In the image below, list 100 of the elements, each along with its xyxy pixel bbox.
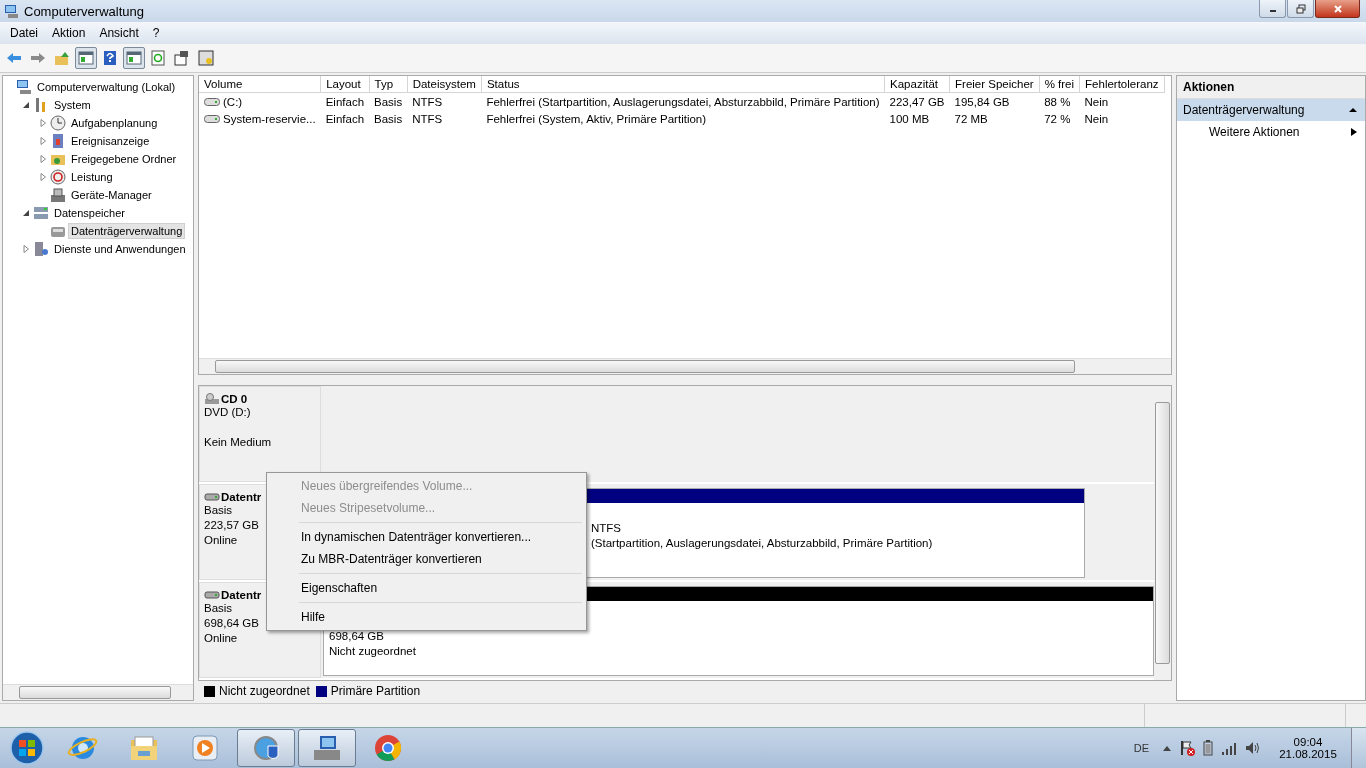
table-cell: 223,47 GB [889, 95, 945, 108]
table-cell: Nein [1084, 112, 1109, 125]
column-header[interactable]: Dateisystem [407, 76, 482, 93]
minimize-icon [1269, 10, 1276, 12]
minimize-button[interactable] [1259, 0, 1286, 18]
partition-info: NTFS [591, 521, 622, 536]
partition-info: Nicht zugeordnet [329, 644, 416, 659]
action-link[interactable]: Weitere Aktionen [1177, 121, 1365, 143]
disk-label-panel[interactable]: CD 0 DVD (D:) Kein Medium [199, 386, 321, 482]
expand-icon[interactable] [39, 119, 47, 127]
tree-item[interactable]: Aufgabenplanung [68, 115, 161, 131]
section-title: Datenträgerverwaltung [1183, 103, 1305, 117]
language-indicator[interactable]: DE [1133, 742, 1149, 754]
table-cell: (C:) [223, 95, 243, 108]
maximize-button[interactable] [1287, 0, 1314, 18]
disk-name: Datentr [221, 491, 262, 503]
column-header[interactable]: Volume [199, 76, 321, 93]
collapse-icon[interactable] [1349, 106, 1357, 114]
disk-info: Basis [204, 601, 233, 616]
window-title: Computerverwaltung [24, 3, 144, 19]
column-header[interactable]: Kapazität [884, 76, 950, 93]
disk-info: DVD (D:) [204, 405, 251, 420]
speaker-icon[interactable] [1245, 740, 1261, 756]
tree-item[interactable]: Geräte-Manager [68, 187, 155, 203]
table-cell: System-reservie... [223, 112, 316, 125]
disk-name: CD 0 [221, 393, 248, 405]
tree-item[interactable]: Ereignisanzeige [68, 133, 153, 149]
column-header[interactable]: Freier Speicher [949, 76, 1040, 93]
actions-header: Aktionen [1177, 76, 1365, 99]
device-icon [50, 187, 66, 203]
cd-drive-icon [204, 393, 220, 405]
windows-logo-icon [9, 730, 45, 766]
storage-icon [33, 205, 49, 221]
expand-icon[interactable] [39, 173, 47, 181]
tree-item[interactable]: Dienste und Anwendungen [51, 241, 189, 257]
horizontal-scrollbar[interactable] [199, 358, 1171, 374]
table-cell: 88 % [1044, 95, 1071, 108]
table-cell: Basis [374, 112, 403, 125]
close-button[interactable] [1315, 0, 1360, 18]
expand-icon[interactable] [39, 137, 47, 145]
column-header[interactable]: Fehlertoleranz [1079, 76, 1165, 93]
disk-info: Online [204, 631, 238, 646]
legend-label: Primäre Partition [330, 684, 421, 698]
taskbar-button[interactable] [237, 729, 295, 767]
close-icon [1332, 3, 1343, 14]
table-cell: Fehlerfrei (System, Aktiv, Primäre Partition) [486, 112, 707, 125]
show-hidden-icons-arrow-icon[interactable] [1163, 745, 1171, 751]
clock-icon [50, 115, 66, 131]
flag-icon[interactable] [1179, 740, 1195, 756]
table-cell: NTFS [412, 112, 443, 125]
legend-label: Nicht zugeordnet [219, 684, 310, 698]
computer-icon [16, 79, 32, 95]
column-header[interactable]: Status [481, 76, 885, 93]
taskbar-button[interactable] [298, 729, 356, 767]
disk-info: Basis [204, 503, 233, 518]
menu-item[interactable]: Datei [3, 26, 45, 40]
collapse-icon[interactable] [22, 101, 30, 109]
tree-item[interactable]: Datenträgerverwaltung [68, 223, 186, 239]
tree-item[interactable]: Freigegebene Ordner [68, 151, 180, 167]
table-cell: Basis [374, 95, 403, 108]
clock[interactable]: 09:04 21.08.2015 [1273, 736, 1343, 760]
menu-item[interactable]: Ansicht [92, 26, 146, 40]
menu-item[interactable]: Aktion [45, 26, 93, 40]
table-cell: 72 % [1044, 112, 1071, 125]
disk-info: 698,64 GB [204, 616, 259, 631]
show-desktop-button[interactable] [1351, 728, 1366, 768]
table-cell: Fehlerfrei (Startpartition, Auslagerungsdatei, Absturzabbild, Primäre Partition) [486, 95, 880, 108]
table-cell: Nein [1084, 95, 1109, 108]
battery-icon[interactable] [1203, 740, 1213, 756]
expand-icon[interactable] [39, 155, 47, 163]
media-icon [189, 732, 221, 764]
drive-icon [204, 97, 220, 106]
collapse-icon[interactable] [22, 209, 30, 217]
table-cell: Einfach [325, 112, 365, 125]
tree-item[interactable]: Leistung [68, 169, 116, 185]
table-cell: 72 MB [954, 112, 988, 125]
disk-info: Online [204, 533, 238, 548]
column-header[interactable]: % frei [1039, 76, 1080, 93]
disk-info: 223,57 GB [204, 518, 259, 533]
tree-item[interactable]: System [51, 97, 94, 113]
table-cell: NTFS [412, 95, 443, 108]
tree-item[interactable]: Datenspeicher [51, 205, 128, 221]
restore-icon [1295, 3, 1306, 14]
expand-icon[interactable] [22, 245, 30, 253]
table-cell: 100 MB [889, 112, 930, 125]
column-header[interactable]: Typ [369, 76, 408, 93]
submenu-arrow-icon [1351, 128, 1357, 136]
app-icon [4, 3, 20, 19]
vertical-scrollbar[interactable] [1154, 386, 1171, 680]
drive-icon [204, 114, 220, 123]
table-cell: 195,84 GB [954, 95, 1010, 108]
menu-item[interactable]: ? [145, 26, 167, 40]
partition-info: 698,64 GB [329, 629, 384, 644]
disk-status: Kein Medium [204, 435, 272, 450]
table-cell: Einfach [325, 95, 365, 108]
actions-section[interactable]: Datenträgerverwaltung [1177, 99, 1365, 121]
column-header[interactable]: Layout [320, 76, 370, 93]
horizontal-scrollbar[interactable] [3, 684, 193, 700]
tree-item[interactable]: Computerverwaltung (Lokal) [34, 79, 179, 95]
signal-icon[interactable] [1221, 740, 1237, 756]
